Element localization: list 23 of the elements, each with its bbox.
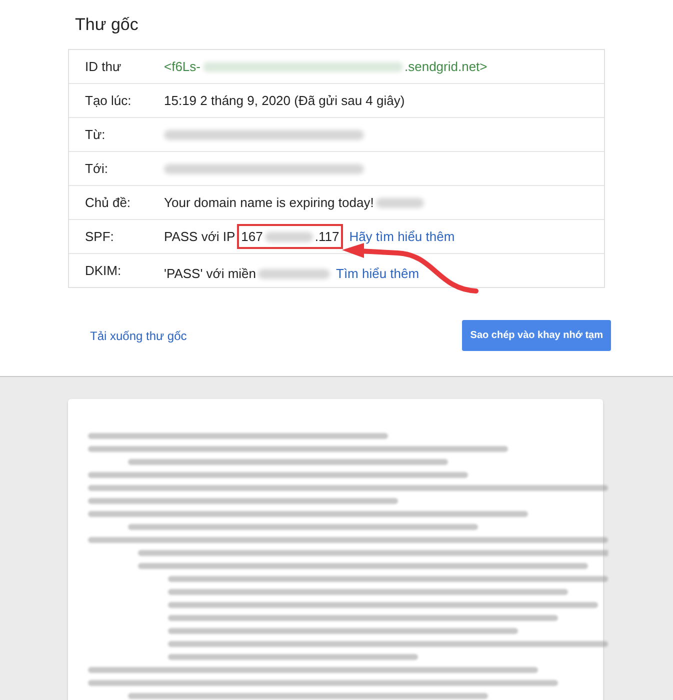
redacted-text — [376, 198, 424, 208]
field-value: .117 — [314, 229, 340, 244]
field-label: Chủ đề: — [84, 195, 132, 210]
field-value: .sendgrid.net> — [404, 59, 488, 74]
field-label: Tới: — [84, 161, 109, 176]
redacted-text — [264, 232, 313, 242]
field-label: Tạo lúc: — [84, 93, 132, 108]
field-value: PASS với IP — [164, 229, 236, 244]
field-value: 'PASS' với miền — [164, 266, 256, 281]
copy-button[interactable]: Sao chép vào khay nhớ tạm — [462, 320, 611, 351]
download-link[interactable]: Tải xuống thư gốc — [90, 328, 187, 342]
field-value: 15:19 2 tháng 9, 2020 (Đã gửi sau 4 giây) — [164, 93, 405, 108]
redacted-text — [258, 268, 330, 278]
field-label: Từ: — [84, 127, 106, 142]
field-label: DKIM: — [84, 263, 122, 278]
field-value: Your domain name is expiring today! — [164, 195, 374, 210]
field-value: 167 — [241, 229, 263, 244]
learn-more-link[interactable]: Hãy tìm hiểu thêm — [349, 229, 455, 244]
page-title: Thư gốc — [75, 15, 140, 35]
field-label: ID thư — [84, 59, 122, 74]
field-value: <f6Ls- — [164, 59, 200, 74]
field-label: SPF: — [84, 229, 115, 244]
learn-more-link[interactable]: Tìm hiểu thêm — [336, 266, 420, 281]
